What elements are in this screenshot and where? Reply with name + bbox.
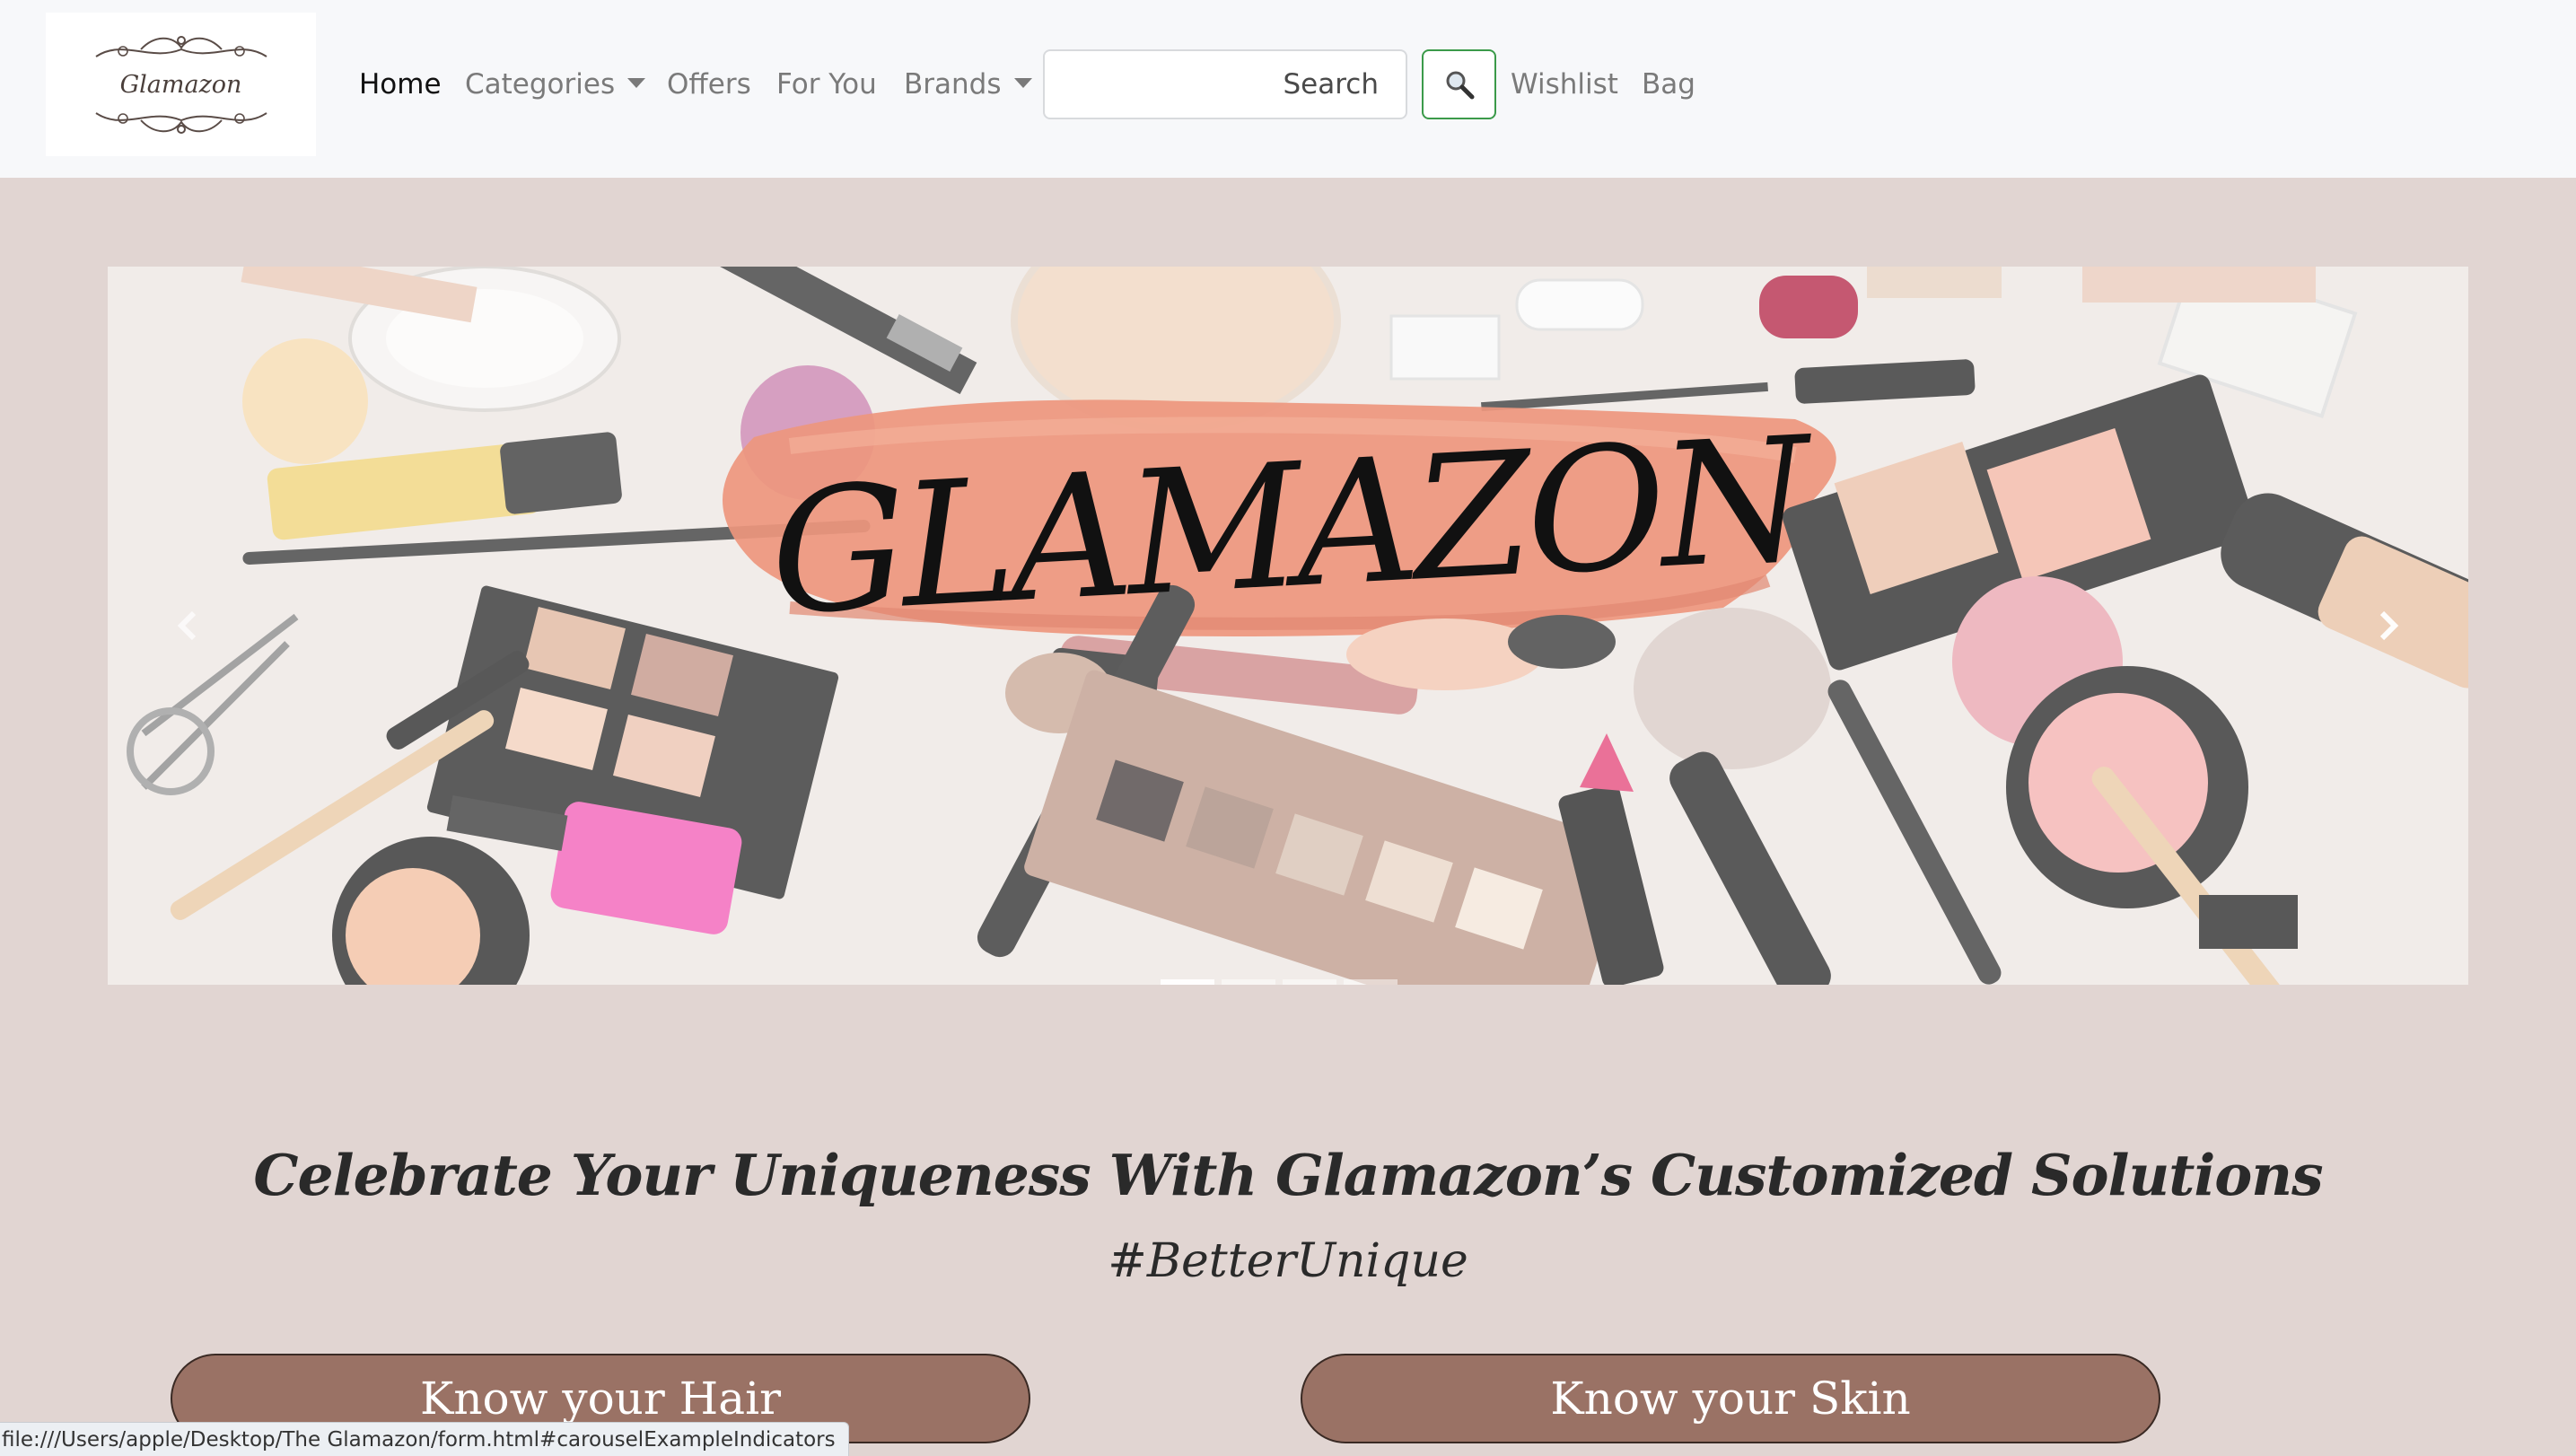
- nav-offers-link[interactable]: Offers: [667, 65, 751, 104]
- carousel-indicators: [1161, 979, 1398, 985]
- browser-status-url: file:///Users/apple/Desktop/The Glamazon…: [0, 1422, 849, 1456]
- nav-categories-label: Categories: [465, 68, 616, 101]
- carousel-indicator[interactable]: [1283, 979, 1336, 985]
- carousel-indicator[interactable]: [1344, 979, 1398, 985]
- chevron-left-icon: [177, 610, 197, 641]
- search-button[interactable]: [1422, 49, 1496, 119]
- carousel-next-button[interactable]: [2352, 590, 2423, 662]
- nav-home-link[interactable]: Home: [359, 65, 442, 104]
- magnifier-icon: [1446, 71, 1474, 100]
- logo-text: Glamazon: [119, 70, 242, 99]
- search-input[interactable]: [1043, 49, 1407, 119]
- nav-bag-link[interactable]: Bag: [1642, 65, 1695, 104]
- carousel-indicator[interactable]: [1222, 979, 1275, 985]
- navbar: Glamazon Home Categories Offers For You …: [0, 0, 2576, 178]
- nav-for-you-link[interactable]: For You: [776, 65, 877, 104]
- hero-hashtag: #BetterUnique: [1108, 1234, 1468, 1288]
- flourish-bottom-icon: [94, 111, 267, 134]
- chevron-down-icon: [627, 78, 646, 88]
- chevron-down-icon: [1013, 78, 1032, 88]
- nav-categories-dropdown[interactable]: Categories: [465, 65, 646, 104]
- hero-carousel: GLAMAZON: [108, 267, 2468, 985]
- hero-tagline: Celebrate Your Uniqueness With Glamazon’…: [253, 1142, 2323, 1208]
- know-your-skin-button[interactable]: Know your Skin: [1301, 1354, 2160, 1443]
- chevron-right-icon: [2379, 610, 2399, 641]
- nav-brands-dropdown[interactable]: Brands: [904, 65, 1032, 104]
- brand-logo[interactable]: Glamazon: [46, 13, 316, 156]
- nav-wishlist-link[interactable]: Wishlist: [1511, 65, 1618, 104]
- nav-brands-label: Brands: [904, 68, 1002, 101]
- carousel-indicator[interactable]: [1161, 979, 1214, 985]
- carousel-prev-button[interactable]: [153, 590, 224, 662]
- flourish-top-icon: [94, 35, 267, 57]
- cosmetics-banner-image: GLAMAZON: [108, 267, 2468, 985]
